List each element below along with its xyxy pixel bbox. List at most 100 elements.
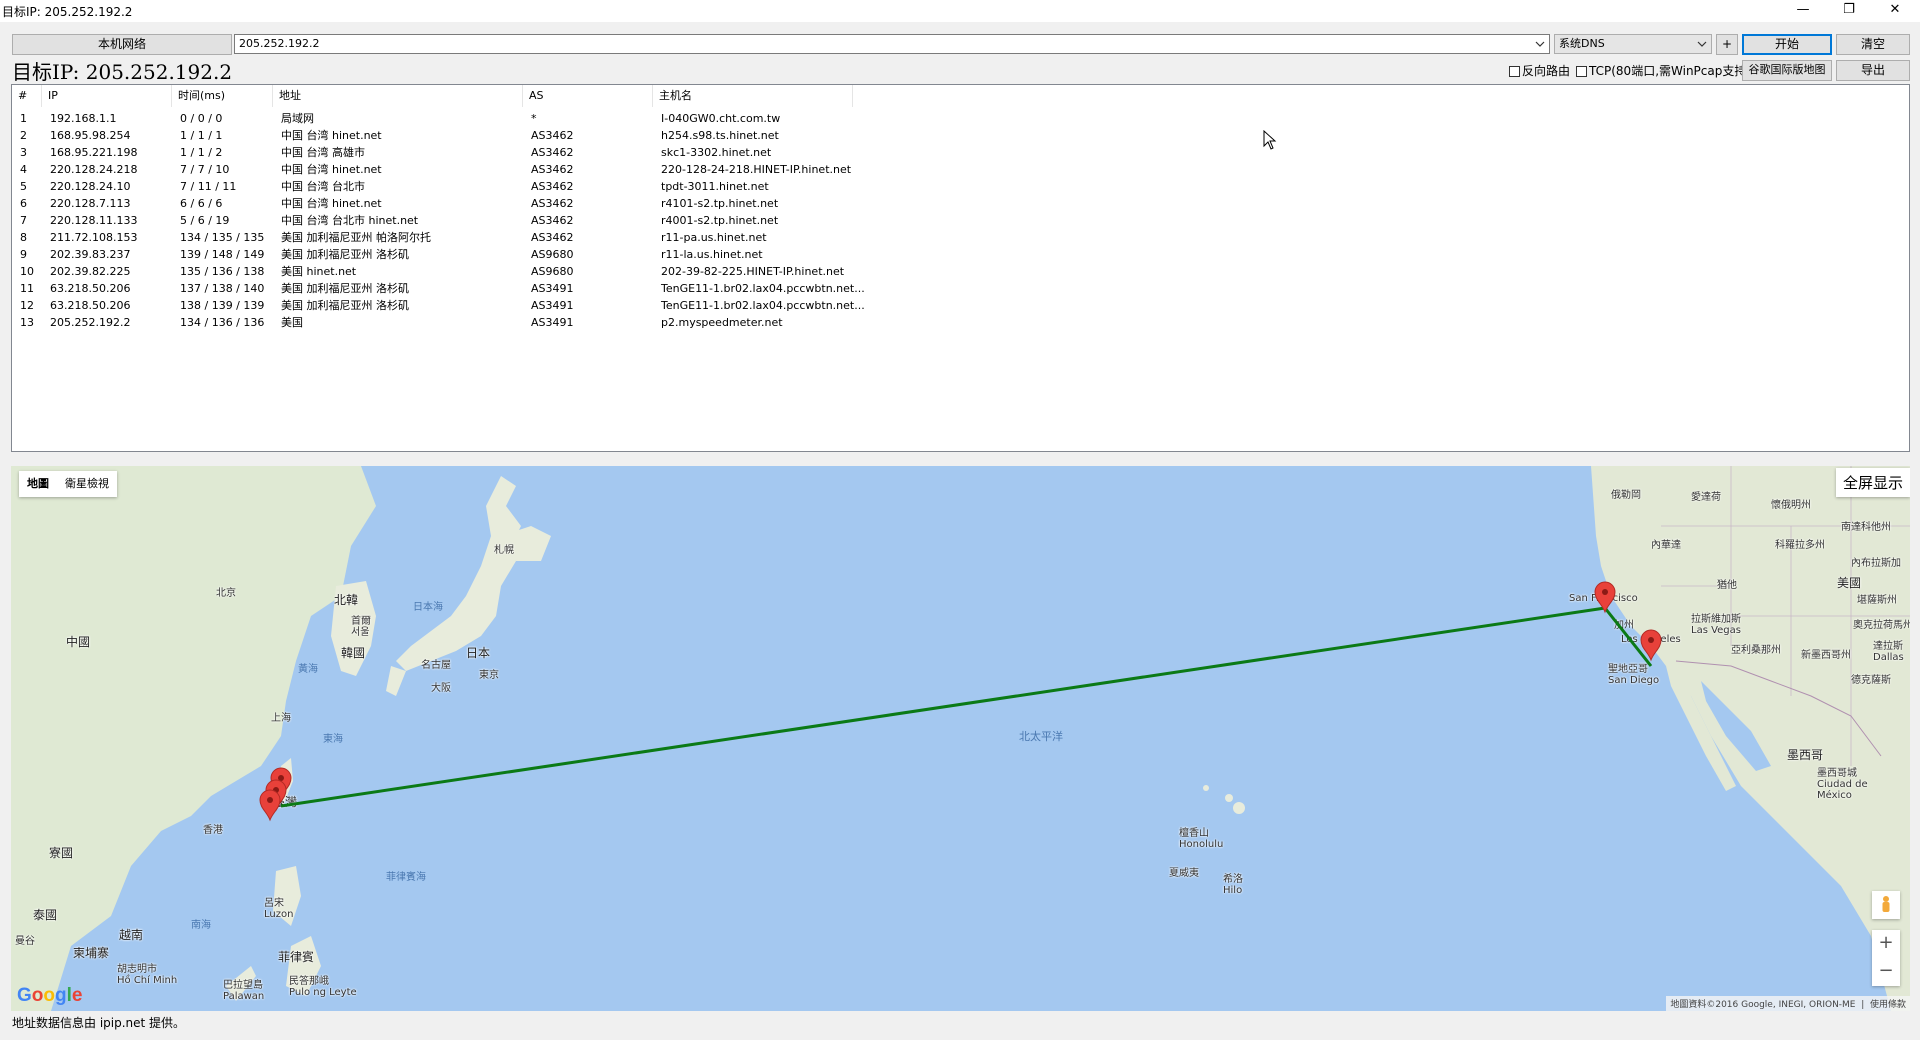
- column-header-time[interactable]: 时间(ms): [172, 85, 273, 107]
- route-map[interactable]: 中國 北京 北韓 韓國 首爾 서울 日本海 札幌 日本 東京 名古屋 大阪 黃海…: [11, 466, 1910, 1011]
- cell-address: 中国 台湾 高雄市: [281, 146, 365, 159]
- checkbox-box[interactable]: [1576, 66, 1587, 77]
- restore-button[interactable]: ❐: [1826, 0, 1872, 22]
- zoom-in-button[interactable]: +: [1872, 930, 1900, 958]
- local-network-button[interactable]: 本机网络: [12, 34, 232, 55]
- cell-as: AS3462: [531, 180, 574, 193]
- cell-hostname: TenGE11-1.br02.lax04.pccwbtn.net...: [661, 299, 865, 312]
- target-ip-heading: 目标IP: 205.252.192.2: [12, 60, 233, 84]
- tcp-label: TCP(80端口,需WinPcap支持): [1589, 64, 1752, 78]
- column-header-ip[interactable]: IP: [42, 85, 172, 107]
- zoom-control: + −: [1872, 930, 1900, 986]
- cell-address: 中国 台湾 台北市: [281, 180, 365, 193]
- dns-select-value: 系统DNS: [1559, 37, 1605, 50]
- table-row[interactable]: 13 205.252.192.2 134 / 136 / 136 美国 AS3491 p2…: [12, 314, 912, 331]
- cell-hostname: skc1-3302.hinet.net: [661, 146, 772, 159]
- cell-as: AS3462: [531, 231, 574, 244]
- cell-address: 中国 台湾 hinet.net: [281, 197, 382, 210]
- close-button[interactable]: ✕: [1872, 0, 1918, 22]
- column-header-hostname[interactable]: 主机名: [653, 85, 853, 107]
- cell-as: AS9680: [531, 265, 574, 278]
- map-type-map[interactable]: 地圖: [19, 471, 57, 497]
- clear-button[interactable]: 清空: [1836, 34, 1910, 55]
- add-button[interactable]: +: [1716, 34, 1738, 55]
- cell-address: 中国 台湾 hinet.net: [281, 129, 382, 142]
- table-row[interactable]: 4 220.128.24.218 7 / 7 / 10 中国 台湾 hinet.net…: [12, 161, 912, 178]
- cell-time: 6 / 6 / 6: [180, 197, 223, 210]
- start-button[interactable]: 开始: [1742, 34, 1832, 55]
- reverse-route-checkbox[interactable]: 反向路由: [1509, 62, 1570, 79]
- mouse-cursor-icon: [1263, 130, 1277, 150]
- cell-as: AS3491: [531, 299, 574, 312]
- cell-ip: 202.39.82.225: [50, 265, 131, 278]
- table-row[interactable]: 5 220.128.24.10 7 / 11 / 11 中国 台湾 台北市 AS3462…: [12, 178, 912, 195]
- cell-index: 9: [20, 248, 27, 261]
- tcp-checkbox[interactable]: TCP(80端口,需WinPcap支持): [1576, 62, 1751, 79]
- cell-as: AS3462: [531, 146, 574, 159]
- cell-time: 1 / 1 / 1: [180, 129, 223, 142]
- cell-hostname: p2.myspeedmeter.net: [661, 316, 783, 329]
- cell-index: 1: [20, 112, 27, 125]
- cell-ip: 202.39.83.237: [50, 248, 131, 261]
- cell-index: 6: [20, 197, 27, 210]
- chevron-down-icon[interactable]: [1533, 35, 1547, 53]
- cell-ip: 168.95.221.198: [50, 146, 138, 159]
- cell-time: 1 / 1 / 2: [180, 146, 223, 159]
- window-title: 目标IP: 205.252.192.2: [2, 5, 133, 19]
- cell-ip: 220.128.7.113: [50, 197, 131, 210]
- column-header-index[interactable]: #: [12, 85, 42, 107]
- cell-time: 5 / 6 / 19: [180, 214, 230, 227]
- cell-ip: 211.72.108.153: [50, 231, 138, 244]
- cell-index: 11: [20, 282, 34, 295]
- table-row[interactable]: 10 202.39.82.225 135 / 136 / 138 美国 hinet.n…: [12, 263, 912, 280]
- column-header-address[interactable]: 地址: [273, 85, 523, 107]
- reverse-route-label: 反向路由: [1522, 64, 1571, 78]
- export-button[interactable]: 导出: [1836, 60, 1910, 81]
- target-input-value: 205.252.192.2: [239, 37, 320, 50]
- table-row[interactable]: 6 220.128.7.113 6 / 6 / 6 中国 台湾 hinet.net AS…: [12, 195, 912, 212]
- cell-time: 135 / 136 / 138: [180, 265, 265, 278]
- cell-time: 0 / 0 / 0: [180, 112, 223, 125]
- attribution-text: 地圖資料©2016 Google, INEGI, ORION-ME: [1670, 1000, 1856, 1010]
- map-type-satellite[interactable]: 衛星檢視: [57, 471, 117, 497]
- checkbox-box[interactable]: [1509, 66, 1520, 77]
- minimize-button[interactable]: —: [1780, 0, 1826, 22]
- table-row[interactable]: 7 220.128.11.133 5 / 6 / 19 中国 台湾 台北市 hinet…: [12, 212, 912, 229]
- cell-ip: 168.95.98.254: [50, 129, 131, 142]
- terms-link[interactable]: 使用條款: [1870, 1000, 1906, 1010]
- google-map-button[interactable]: 谷歌国际版地图: [1742, 60, 1832, 81]
- cell-hostname: TenGE11-1.br02.lax04.pccwbtn.net...: [661, 282, 865, 295]
- status-text: 地址数据信息由 ipip.net 提供。: [12, 1016, 186, 1030]
- cell-address: 美国 加利福尼亚州 洛杉矶: [281, 299, 409, 312]
- cell-index: 4: [20, 163, 27, 176]
- table-row[interactable]: 1 192.168.1.1 0 / 0 / 0 局域网 * I-040GW0.cht.co…: [12, 110, 912, 127]
- zoom-out-button[interactable]: −: [1872, 958, 1900, 986]
- cell-time: 137 / 138 / 140: [180, 282, 265, 295]
- cell-ip: 192.168.1.1: [50, 112, 117, 125]
- column-header-as[interactable]: AS: [523, 85, 653, 107]
- route-line-pacific: [280, 606, 1606, 808]
- cell-as: AS3462: [531, 197, 574, 210]
- cell-as: AS3491: [531, 316, 574, 329]
- cell-index: 7: [20, 214, 27, 227]
- cell-address: 美国 加利福尼亚州 洛杉矶: [281, 282, 409, 295]
- target-input[interactable]: 205.252.192.2: [234, 34, 1550, 54]
- table-row[interactable]: 3 168.95.221.198 1 / 1 / 2 中国 台湾 高雄市 AS3462 s…: [12, 144, 912, 161]
- cell-hostname: h254.s98.ts.hinet.net: [661, 129, 779, 142]
- marker-palo-alto: [1594, 581, 1616, 614]
- table-row[interactable]: 11 63.218.50.206 137 / 138 / 140 美国 加利福尼亚州 …: [12, 280, 912, 297]
- dns-select[interactable]: 系统DNS: [1554, 34, 1712, 54]
- table-row[interactable]: 8 211.72.108.153 134 / 135 / 135 美国 加利福尼亚州 …: [12, 229, 912, 246]
- fullscreen-button[interactable]: 全屏显示: [1835, 468, 1910, 497]
- route-overlay: [259, 581, 1662, 822]
- trace-result-table[interactable]: # IP 时间(ms) 地址 AS 主机名 1 192.168.1.1 0 / 0 …: [11, 84, 1910, 452]
- cell-hostname: r11-la.us.hinet.net: [661, 248, 763, 261]
- table-row[interactable]: 9 202.39.83.237 139 / 148 / 149 美国 加利福尼亚州 洛…: [12, 246, 912, 263]
- pegman-icon[interactable]: [1872, 891, 1900, 919]
- cell-time: 134 / 135 / 135: [180, 231, 265, 244]
- cell-index: 5: [20, 180, 27, 193]
- cell-time: 7 / 11 / 11: [180, 180, 237, 193]
- cell-time: 138 / 139 / 139: [180, 299, 265, 312]
- table-row[interactable]: 2 168.95.98.254 1 / 1 / 1 中国 台湾 hinet.net AS…: [12, 127, 912, 144]
- table-row[interactable]: 12 63.218.50.206 138 / 139 / 139 美国 加利福尼亚州 …: [12, 297, 912, 314]
